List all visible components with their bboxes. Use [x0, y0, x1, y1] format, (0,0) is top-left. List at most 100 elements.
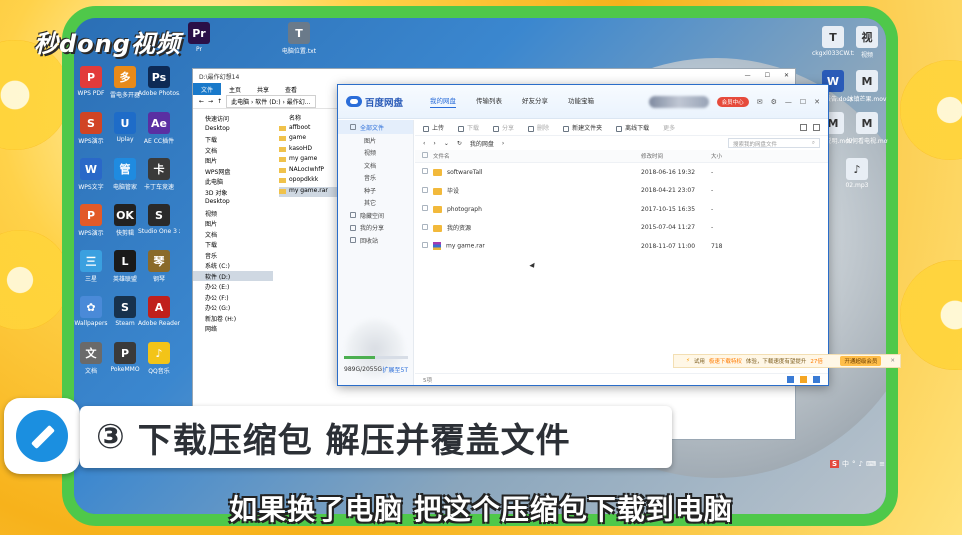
nav-item[interactable]: 办公 (G:)	[193, 302, 273, 313]
row-checkbox[interactable]	[415, 205, 433, 213]
table-row[interactable]: softwareTall 2018-06-16 19:32 -	[415, 163, 828, 182]
address-bar[interactable]: 此电脑 › 软件 (D:) › 最作幻...	[226, 95, 317, 108]
maximize-icon[interactable]: ☐	[765, 72, 770, 80]
tab-transfer-list[interactable]: 传输列表	[476, 95, 502, 108]
new-folder-button[interactable]: 新建文件夹	[563, 123, 602, 132]
table-row[interactable]: 毕设 2018-04-21 23:07 -	[415, 182, 828, 201]
download-queue-icon[interactable]	[813, 376, 820, 383]
nav-item[interactable]: 此电脑	[193, 176, 273, 187]
desktop-icon[interactable]: 卡卡丁车竞速	[138, 158, 180, 191]
sidebar-item-music[interactable]: 音乐	[338, 172, 413, 185]
desktop-icon[interactable]: ♪ QQ音乐	[138, 342, 180, 375]
row-checkbox[interactable]	[415, 186, 433, 195]
row-checkbox[interactable]	[415, 242, 433, 250]
desktop-icon[interactable]: Ae AE CC插件	[138, 112, 180, 145]
grid-icon[interactable]	[787, 376, 794, 383]
close-icon[interactable]: ✕	[814, 98, 820, 106]
tray-item[interactable]: 中	[842, 459, 849, 469]
breadcrumb-root[interactable]: 我的网盘	[470, 139, 494, 148]
table-row[interactable]: photograph 2017-10-15 16:35 -	[415, 200, 828, 219]
tray-item[interactable]: ♪	[859, 460, 863, 468]
sidebar-item-images[interactable]: 图片	[338, 134, 413, 147]
vip-center-button[interactable]: 会员中心	[716, 96, 749, 107]
nav-item[interactable]: 文档	[193, 145, 273, 156]
settings-icon[interactable]: ⚙	[771, 98, 777, 106]
minimize-icon[interactable]: —	[745, 72, 751, 80]
download-button[interactable]: 下载	[458, 123, 479, 132]
search-input[interactable]: 搜索我的网盘文件 ⌕	[728, 138, 820, 148]
upload-button[interactable]: 上传	[423, 123, 444, 132]
nav-item[interactable]: 系统 (C:)	[193, 260, 273, 271]
delete-button[interactable]: 删除	[528, 123, 549, 132]
search-icon[interactable]: ⌕	[812, 140, 815, 146]
list-view-icon[interactable]	[800, 124, 807, 131]
expand-storage-link[interactable]: 扩展至5T	[383, 365, 408, 374]
nav-item[interactable]: 视频	[193, 208, 273, 219]
back-icon[interactable]: ←	[199, 98, 204, 105]
upload-queue-icon[interactable]	[800, 376, 807, 383]
desktop-icon[interactable]: 琴钢琴	[138, 250, 180, 283]
nav-item[interactable]: WPS网盘	[193, 166, 273, 177]
maximize-icon[interactable]: ☐	[800, 98, 806, 106]
tray-item[interactable]: °	[852, 460, 856, 468]
sidebar-item-recycle-bin[interactable]: 回收站	[338, 234, 413, 247]
close-icon[interactable]: ✕	[890, 358, 895, 364]
baidu-netdisk-window[interactable]: 百度网盘 我的网盘 传输列表 好友分享 功能宝箱 会员中心 ✉ ⚙ — ☐ ✕ …	[337, 84, 901, 386]
nav-item[interactable]: Desktop	[193, 197, 273, 208]
avatar[interactable]	[648, 95, 709, 108]
desktop-icon[interactable]: M 如何看电视.mov	[846, 112, 888, 145]
file-name[interactable]: 毕设	[447, 188, 459, 195]
nav-item[interactable]: 3D 对象	[193, 187, 273, 198]
tab-my-netdisk[interactable]: 我的网盘	[430, 95, 456, 108]
desktop-icon[interactable]: Pr Pr	[178, 22, 220, 53]
nav-item[interactable]: 快速访问	[193, 113, 273, 124]
desktop-icon[interactable]: M 冰镇芒果.mov	[846, 70, 888, 103]
desktop-icon[interactable]: T 电脑位置.txt	[278, 22, 320, 55]
desktop-icon[interactable]: Ps Adobe Photos...	[138, 66, 180, 97]
row-checkbox[interactable]	[415, 223, 433, 232]
row-checkbox[interactable]	[415, 168, 433, 176]
close-icon[interactable]: ✕	[784, 72, 789, 80]
forward-icon[interactable]: ›	[433, 140, 435, 147]
file-name[interactable]: 我的资源	[447, 225, 471, 232]
column-modified-time[interactable]: 修改时间	[641, 152, 711, 160]
select-all-checkbox[interactable]	[415, 152, 433, 160]
tray-item[interactable]: ⌨	[866, 460, 876, 468]
tab-toolbox[interactable]: 功能宝箱	[568, 95, 594, 108]
share-button[interactable]: 分享	[493, 123, 514, 132]
refresh-icon[interactable]: ↻	[457, 140, 462, 147]
ribbon-tab-share[interactable]: 共享	[249, 83, 277, 95]
file-name[interactable]: my game.rar	[446, 243, 485, 250]
table-row[interactable]: my game.rar 2018-11-07 11:00 718	[415, 237, 828, 256]
sidebar-item-other[interactable]: 其它	[338, 197, 413, 210]
nav-item[interactable]: 新加卷 (H:)	[193, 313, 273, 324]
ribbon-tab-file[interactable]: 文件	[193, 83, 222, 95]
nav-item[interactable]: 网络	[193, 323, 273, 334]
ime-icon[interactable]: S	[830, 460, 840, 468]
table-row[interactable]: 我的资源 2015-07-04 11:27 -	[415, 219, 828, 238]
sidebar-item-my-share[interactable]: 我的分享	[338, 222, 413, 235]
sidebar-item-hidden-space[interactable]: 隐藏空间	[338, 209, 413, 222]
tab-friend-share[interactable]: 好友分享	[522, 95, 548, 108]
nav-item[interactable]: 软件 (D:)	[193, 270, 273, 281]
nav-item[interactable]: 图片	[193, 218, 273, 229]
sidebar-item-all-files[interactable]: 全部文件	[338, 120, 413, 134]
mail-icon[interactable]: ✉	[757, 98, 763, 106]
nav-item[interactable]: 办公 (E:)	[193, 281, 273, 292]
desktop-icon[interactable]: ♪ 02.mp3	[836, 158, 878, 189]
nav-item[interactable]: 文档	[193, 229, 273, 240]
ribbon-tab-view[interactable]: 查看	[277, 83, 305, 95]
tray-item[interactable]: ≡	[879, 460, 885, 468]
desktop-icon[interactable]: A Adobe Reader XI	[138, 296, 180, 327]
dropdown-icon[interactable]: ⌄	[444, 140, 449, 147]
column-name[interactable]: 文件名	[433, 152, 641, 160]
minimize-icon[interactable]: —	[785, 98, 792, 106]
forward-icon[interactable]: →	[208, 98, 213, 105]
up-icon[interactable]: ↑	[217, 98, 222, 105]
open-svip-button[interactable]: 开通超级会员	[840, 356, 882, 366]
column-size[interactable]: 大小	[711, 152, 751, 160]
file-name[interactable]: softwareTall	[447, 169, 482, 176]
nav-item[interactable]: 办公 (F:)	[193, 292, 273, 303]
sidebar-item-docs[interactable]: 文档	[338, 159, 413, 172]
nav-item[interactable]: 音乐	[193, 250, 273, 261]
